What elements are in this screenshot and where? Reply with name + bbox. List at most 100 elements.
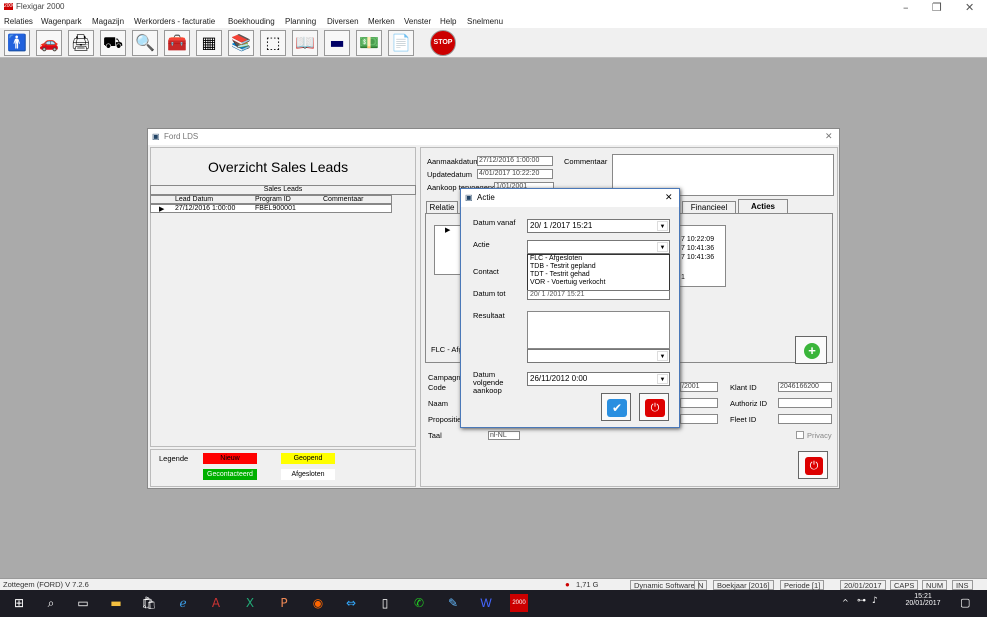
calculator-icon[interactable]: ▦ [196,30,222,56]
actie-option-flc[interactable]: FLC - Afgesloten [530,255,669,263]
person-icon[interactable]: 🚹 [4,30,30,56]
naam-field[interactable] [680,398,718,408]
klant-field[interactable]: 2046166200 [778,382,832,392]
resultaat-field[interactable] [527,311,670,349]
actie-option-vor[interactable]: VOR - Voertuig verkocht [530,279,669,287]
resultaat-select[interactable]: ▼ [527,349,670,363]
teamviewer-icon[interactable]: ⇔ [342,594,360,612]
document-icon[interactable]: 📄 [388,30,414,56]
search-icon[interactable]: ⌕ [42,594,60,612]
menu-werkorders[interactable]: Werkorders - facturatie [134,17,215,26]
close-icon[interactable]: ✕ [965,1,974,14]
code-label: Code [428,383,446,392]
whatsapp-icon[interactable]: ✆ [410,594,428,612]
datum-vanaf-picker[interactable]: 20/ 1 /2017 15:21 ▼ [527,219,670,233]
chart-icon[interactable]: ⬚ [260,30,286,56]
minimize-icon[interactable]: – [903,1,909,14]
volgende-picker[interactable]: 26/11/2012 0:00 ▼ [527,372,670,386]
taal-field[interactable]: nl-NL [488,431,520,440]
powerpoint-icon[interactable]: P [275,594,293,612]
money-icon[interactable]: 💵 [356,30,382,56]
magnifier-icon[interactable]: 🔍 [132,30,158,56]
actie-option-tdb[interactable]: TDB - Testrit gepland [530,263,669,271]
col-program-id[interactable]: Program ID [255,196,291,203]
speaker-icon[interactable]: ♪ [872,596,878,606]
books-icon[interactable]: 📚 [228,30,254,56]
checkmark-icon: ✔ [607,399,627,417]
actie-select[interactable]: ▼ [527,240,670,254]
restore-icon[interactable]: ❐ [932,1,942,14]
menu-wagenpark[interactable]: Wagenpark [41,17,82,26]
status-caps: CAPS [890,580,919,590]
pen-icon[interactable]: ✎ [444,594,462,612]
store-icon[interactable]: 🛍 [140,594,158,612]
chrome-icon[interactable]: ◉ [309,594,327,612]
fleet-field[interactable] [778,414,832,424]
menu-snelmenu[interactable]: Snelmenu [467,17,503,26]
grid-time-4: 1 [681,274,685,281]
menu-relaties[interactable]: Relaties [4,17,33,26]
col-commentaar[interactable]: Commentaar [323,196,363,203]
word-icon[interactable]: W [477,594,495,612]
stop-icon[interactable]: STOP [430,30,456,56]
window-title: Ford LDS [164,132,199,141]
privacy-checkbox[interactable] [796,431,804,439]
tab-relatie[interactable]: Relatie [426,201,458,213]
authoriz-field[interactable] [778,398,832,408]
ok-button[interactable]: ✔ [601,393,631,421]
internet-explorer-icon[interactable]: ℯ [174,594,192,612]
add-action-button[interactable]: + [795,336,827,364]
actie-option-tdt[interactable]: TDT - Testrit gehad [530,271,669,279]
acties-grid-right: 7 10:22:09 7 10:41:36 7 10:41:36 1 [678,225,726,287]
chevron-down-icon[interactable]: ▼ [657,351,668,361]
screen-icon[interactable]: ▬ [324,30,350,56]
update-label: Updatedatum [427,170,473,179]
table-row[interactable]: ▶ 27/12/2016 1:00:00 FBEL900001 [150,204,392,213]
menu-merken[interactable]: Merken [368,17,395,26]
propositie-field[interactable] [680,414,718,424]
tab-financieel[interactable]: Financieel [682,201,736,213]
book-icon[interactable]: 📖 [292,30,318,56]
chevron-down-icon[interactable]: ▼ [657,374,668,384]
access-icon[interactable]: A [207,594,225,612]
menu-boekhouding[interactable]: Boekhouding [228,17,275,26]
window-close-icon[interactable]: ✕ [825,131,833,142]
dialog-close-icon[interactable]: ✕ [665,192,673,203]
network-icon[interactable]: ⊶ [857,596,866,606]
menu-help[interactable]: Help [440,17,456,26]
disk-icon: ● [565,580,570,589]
notification-icon[interactable]: ▢ [960,596,970,609]
aanmaak-label: Aanmaakdatum [427,157,480,166]
date-field[interactable]: /2001 [680,382,718,392]
chevron-down-icon[interactable]: ▼ [657,242,668,252]
tray-chevron-icon[interactable]: ^ [842,598,849,607]
page-title: Overzicht Sales Leads [208,159,349,175]
aanmaak-field[interactable]: 27/12/2016 1:00:00 [477,156,553,166]
excel-icon[interactable]: X [241,594,259,612]
cancel-button[interactable]: ⏻ [639,393,669,421]
clock[interactable]: 15:21 20/01/2017 [905,593,941,607]
legend-label: Legende [159,454,189,463]
propositie-label: Propositie [428,415,462,424]
toolbox-icon[interactable]: 🧰 [164,30,190,56]
close-window-button[interactable]: ⏻ [798,451,828,479]
windows-start-icon[interactable]: ⊞ [10,594,28,612]
status-date: 20/01/2017 [840,580,886,590]
car-icon[interactable]: 🚗 [36,30,62,56]
tab-acties[interactable]: Acties [738,199,788,213]
file-explorer-icon[interactable]: ▬ [107,594,125,612]
menu-diversen[interactable]: Diversen [327,17,359,26]
menu-venster[interactable]: Venster [404,17,431,26]
datum-tot-picker[interactable]: 20/ 1 /2017 15:21 [527,290,670,300]
printer-icon[interactable]: 🖨 [68,30,94,56]
task-view-icon[interactable]: ▭ [74,594,92,612]
chevron-down-icon[interactable]: ▼ [657,221,668,231]
flexigar-taskbar-icon[interactable]: 2000 [510,594,528,612]
notepad-icon[interactable]: ▯ [376,594,394,612]
col-lead-datum[interactable]: Lead Datum [175,196,213,203]
status-boekjaar: Boekjaar [2016] [713,580,774,590]
menu-magazijn[interactable]: Magazijn [92,17,124,26]
update-field[interactable]: 4/01/2017 10:22:20 [477,169,553,179]
menu-planning[interactable]: Planning [285,17,316,26]
forklift-icon[interactable]: ⛟ [100,30,126,56]
